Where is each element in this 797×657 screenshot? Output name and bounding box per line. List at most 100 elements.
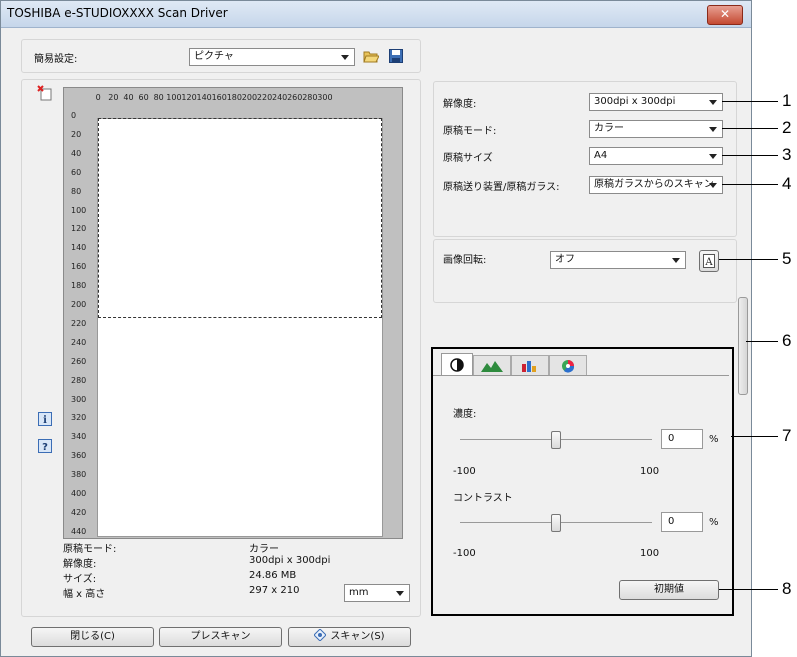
info-dimension-label: 幅 x 高さ bbox=[63, 589, 106, 600]
paper-size-label: 原稿サイズ bbox=[443, 153, 493, 164]
ruler-x-tick: 120 bbox=[181, 93, 197, 102]
ruler-y-tick: 40 bbox=[71, 148, 82, 158]
ruler-y-tick: 420 bbox=[71, 507, 87, 517]
info-dimension-value: 297 x 210 bbox=[249, 585, 300, 596]
density-unit: % bbox=[709, 434, 719, 445]
folder-open-icon[interactable] bbox=[363, 49, 380, 63]
ruler-x-tick: 220 bbox=[256, 93, 273, 102]
resolution-label: 解像度: bbox=[443, 99, 477, 110]
easy-setting-label: 簡易設定: bbox=[34, 54, 78, 65]
ruler-x-tick: 20 bbox=[108, 93, 119, 102]
callout-line-6 bbox=[746, 341, 778, 342]
scrollbar-thumb[interactable] bbox=[738, 297, 748, 395]
ruler-x-tick: 40 bbox=[123, 93, 134, 102]
ruler-y-tick: 60 bbox=[71, 167, 82, 177]
scan-diamond-icon bbox=[313, 628, 328, 642]
ruler-y-tick: 260 bbox=[71, 356, 87, 366]
callout-line-2 bbox=[722, 128, 778, 129]
info-mode-value: カラー bbox=[249, 544, 279, 555]
help-icon[interactable]: ? bbox=[38, 439, 52, 453]
default-button[interactable]: 初期値 bbox=[619, 580, 719, 600]
window-title: TOSHIBA e-STUDIOXXXX Scan Driver bbox=[7, 6, 228, 20]
ruler-y-tick: 320 bbox=[71, 413, 87, 423]
contrast-label: コントラスト bbox=[453, 493, 513, 504]
density-input[interactable]: 0 bbox=[661, 429, 703, 449]
paper-size-value: A4 bbox=[594, 150, 608, 161]
ruler-x-tick: 100 bbox=[166, 93, 182, 102]
scan-button-label: スキャン(S) bbox=[330, 631, 385, 642]
contrast-unit: % bbox=[709, 517, 719, 528]
ruler-y-tick: 380 bbox=[71, 470, 87, 480]
ruler-x-tick: 160 bbox=[211, 93, 227, 102]
svg-text:A: A bbox=[704, 257, 713, 268]
ruler-x-tick: 200 bbox=[241, 93, 258, 102]
ruler-y-tick: 140 bbox=[71, 243, 87, 253]
ruler-y-tick: 240 bbox=[71, 337, 87, 347]
callout-3: 3 bbox=[782, 145, 792, 164]
resolution-select[interactable]: 300dpi x 300dpi bbox=[589, 93, 723, 111]
prescan-button[interactable]: プレスキャン bbox=[159, 627, 282, 647]
ruler-y-tick: 220 bbox=[71, 318, 87, 328]
density-min: -100 bbox=[453, 466, 476, 477]
tab-color-wheel[interactable] bbox=[549, 355, 587, 376]
rotation-panel bbox=[433, 239, 737, 303]
resolution-value: 300dpi x 300dpi bbox=[594, 96, 676, 107]
ruler-x-tick: 180 bbox=[226, 93, 242, 102]
tab-color-balance[interactable] bbox=[511, 355, 549, 376]
callout-4: 4 bbox=[782, 174, 792, 193]
contrast-circle-icon bbox=[450, 358, 464, 372]
ruler-x-tick: 60 bbox=[138, 93, 149, 102]
ruler-y-tick: 80 bbox=[71, 186, 82, 196]
density-max: 100 bbox=[640, 466, 660, 477]
tab-histogram[interactable] bbox=[473, 355, 511, 376]
close-window-button[interactable]: ✕ bbox=[707, 5, 743, 25]
rotation-preview-button[interactable]: A bbox=[699, 250, 719, 272]
ruler-x-tick: 80 bbox=[153, 93, 164, 102]
contrast-slider-thumb[interactable] bbox=[551, 514, 561, 532]
mode-label: 原稿モード: bbox=[443, 126, 497, 137]
callout-7: 7 bbox=[782, 426, 792, 445]
scan-area-selection[interactable] bbox=[98, 118, 382, 318]
ruler-y-tick: 300 bbox=[71, 394, 87, 404]
rotation-value: オフ bbox=[555, 254, 575, 265]
ruler-y-tick: 120 bbox=[71, 224, 87, 234]
ruler-y-tick: 160 bbox=[71, 262, 87, 272]
rotation-select[interactable]: オフ bbox=[550, 251, 686, 269]
callout-1: 1 bbox=[782, 91, 792, 110]
save-icon[interactable] bbox=[389, 49, 403, 63]
title-bar: TOSHIBA e-STUDIOXXXX Scan Driver ✕ bbox=[1, 1, 751, 28]
info-size-value: 24.86 MB bbox=[249, 570, 297, 581]
ruler-x-tick: 240 bbox=[272, 93, 288, 102]
easy-setting-select[interactable]: ピクチャ bbox=[189, 48, 355, 66]
info-mode-label: 原稿モード: bbox=[63, 544, 117, 555]
unit-value: mm bbox=[349, 587, 369, 598]
rotation-label: 画像回転: bbox=[443, 255, 487, 266]
ruler-y-tick: 180 bbox=[71, 281, 87, 291]
contrast-input[interactable]: 0 bbox=[661, 512, 703, 532]
ruler-y-tick: 360 bbox=[71, 451, 87, 461]
info-icon[interactable]: i bbox=[38, 412, 52, 426]
density-slider-thumb[interactable] bbox=[551, 431, 561, 449]
contrast-max: 100 bbox=[640, 548, 660, 559]
scan-button[interactable]: スキャン(S) bbox=[288, 627, 411, 647]
ruler-x-tick: 280 bbox=[302, 93, 318, 102]
ruler-y-tick: 100 bbox=[71, 205, 87, 215]
feeder-select[interactable]: 原稿ガラスからのスキャン bbox=[589, 176, 723, 194]
ruler-y-tick: 340 bbox=[71, 432, 87, 442]
mode-select[interactable]: カラー bbox=[589, 120, 723, 138]
scan-driver-window: TOSHIBA e-STUDIOXXXX Scan Driver ✕ 簡易設定:… bbox=[0, 0, 752, 657]
letter-a-icon: A bbox=[703, 254, 715, 268]
info-resolution-value: 300dpi x 300dpi bbox=[249, 555, 331, 566]
info-size-label: サイズ: bbox=[63, 574, 97, 585]
tab-divider bbox=[433, 375, 729, 376]
feeder-label: 原稿送り装置/原稿ガラス: bbox=[443, 182, 560, 193]
clear-preview-icon[interactable] bbox=[37, 85, 53, 101]
mode-value: カラー bbox=[594, 123, 624, 134]
ruler-x-tick: 260 bbox=[287, 93, 303, 102]
paper-size-select[interactable]: A4 bbox=[589, 147, 723, 165]
tab-density[interactable] bbox=[441, 353, 473, 376]
unit-select[interactable]: mm bbox=[344, 584, 410, 602]
ruler-x-tick: 0 bbox=[95, 93, 101, 102]
close-button[interactable]: 閉じる(C) bbox=[31, 627, 154, 647]
callout-line-7 bbox=[731, 436, 778, 437]
